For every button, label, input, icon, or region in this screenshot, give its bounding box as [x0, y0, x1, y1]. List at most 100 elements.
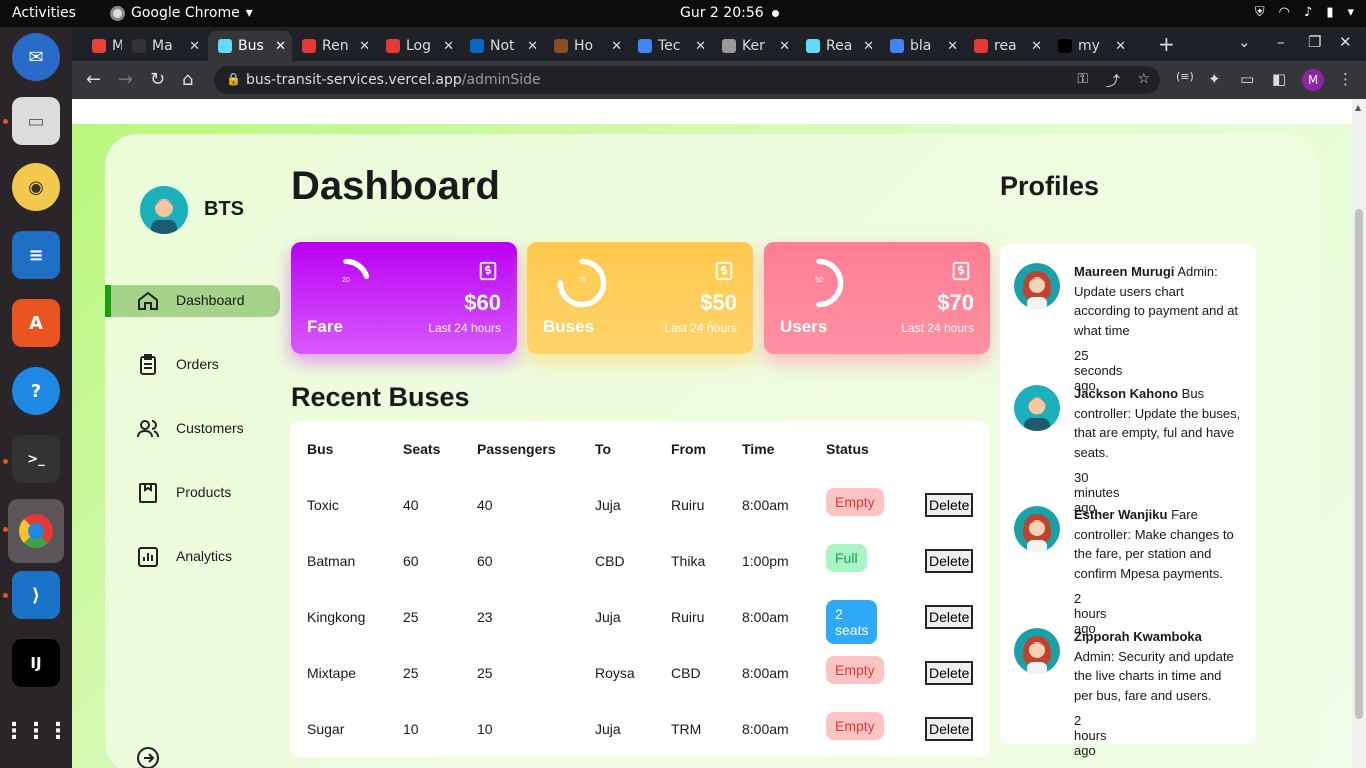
lock-icon[interactable]: 🔒	[226, 72, 241, 86]
cell-passengers: 10	[477, 721, 493, 737]
close-tab-icon[interactable]: ✕	[779, 39, 790, 54]
more-menu-icon[interactable]: ⋮	[1338, 70, 1353, 88]
cast-icon[interactable]: ▭	[1240, 70, 1254, 88]
forward-button[interactable]: →	[118, 69, 133, 90]
tab-label: Log	[406, 38, 432, 54]
tab-2[interactable]: Bus ✕	[208, 31, 292, 61]
tab-search-icon[interactable]: ⌄	[1238, 33, 1251, 51]
app-menu[interactable]: Google Chrome ▾	[110, 5, 253, 21]
software-icon[interactable]: A	[12, 299, 60, 347]
tab-12[interactable]: my ✕	[1048, 31, 1132, 61]
stat-card-fare[interactable]: 20 Fare $60 Last 24 hours	[291, 242, 517, 354]
logout-icon[interactable]	[136, 746, 160, 768]
sidebar-item-products[interactable]: Products	[105, 477, 280, 509]
delete-button[interactable]: Delete	[925, 661, 974, 685]
close-tab-icon[interactable]: ✕	[443, 39, 454, 54]
profile-name: Esther Wanjiku	[1074, 507, 1168, 522]
battery-icon: ▮	[1326, 5, 1334, 20]
stat-value: $70	[937, 290, 974, 315]
tab-4[interactable]: Log ✕	[376, 31, 460, 61]
writer-icon[interactable]: ≡	[12, 231, 60, 279]
minimize-button[interactable]: –	[1277, 33, 1285, 51]
cell-time: 8:00am	[742, 497, 789, 513]
intellij-icon[interactable]: IJ	[12, 639, 60, 687]
sidebar-item-dashboard[interactable]: Dashboard	[105, 285, 280, 317]
tab-1[interactable]: Ma ✕	[122, 31, 206, 61]
address-bar[interactable]: 🔒 bus-transit-services.vercel.app/adminS…	[214, 66, 1160, 94]
cell-bus: Toxic	[307, 497, 339, 513]
apps-grid-icon[interactable]: ⋮⋮⋮	[3, 707, 69, 755]
profile-avatar[interactable]: M	[1302, 69, 1324, 91]
profile-text: Jackson Kahono Bus controller: Update th…	[1074, 384, 1242, 462]
reload-button[interactable]: ↻	[150, 69, 165, 90]
status-badge: 2 seats	[826, 600, 878, 644]
bookmark-star-icon[interactable]: ☆	[1137, 71, 1150, 87]
delete-button[interactable]: Delete	[925, 605, 974, 629]
tab-11[interactable]: rea ✕	[964, 31, 1048, 61]
cell-seats: 25	[403, 665, 419, 681]
close-tab-icon[interactable]: ✕	[189, 39, 200, 54]
tab-label: M	[112, 38, 122, 54]
brand-name: BTS	[204, 198, 244, 220]
extension-icon[interactable]: (≡)	[1176, 70, 1194, 83]
sidebar-item-customers[interactable]: Customers	[105, 413, 280, 445]
close-tab-icon[interactable]: ✕	[863, 39, 874, 54]
files-icon[interactable]: ▭	[12, 97, 60, 145]
side-panel-icon[interactable]: ◧	[1272, 70, 1286, 88]
close-tab-icon[interactable]: ✕	[947, 39, 958, 54]
profiles-list: Maureen Murugi Admin: Update users chart…	[1000, 244, 1256, 758]
puzzle-icon[interactable]: ✦	[1208, 70, 1221, 88]
cell-time: 8:00am	[742, 609, 789, 625]
notification-dot	[772, 10, 779, 17]
delete-button[interactable]: Delete	[925, 717, 974, 741]
tab-9[interactable]: Rea ✕	[796, 31, 880, 61]
close-tab-icon[interactable]: ✕	[611, 39, 622, 54]
activities-button[interactable]: Activities	[12, 5, 76, 21]
tab-5[interactable]: Not ✕	[460, 31, 544, 61]
rhythmbox-icon[interactable]: ◉	[12, 163, 60, 211]
close-tab-icon[interactable]: ✕	[527, 39, 538, 54]
new-tab-button[interactable]: +	[1158, 32, 1175, 56]
close-tab-icon[interactable]: ✕	[359, 39, 370, 54]
tab-0[interactable]: M	[82, 31, 122, 61]
system-tray[interactable]: ⛨ ◠ ♪ ▮ ▾	[1255, 5, 1354, 20]
close-tab-icon[interactable]: ✕	[275, 39, 286, 54]
profile-name: Maureen Murugi	[1074, 264, 1175, 279]
sidebar-item-orders[interactable]: Orders	[105, 349, 280, 381]
clock[interactable]: Gur 2 20:56	[680, 5, 764, 21]
delete-button[interactable]: Delete	[925, 493, 974, 517]
maximize-button[interactable]: ❐	[1308, 33, 1321, 51]
help-icon[interactable]: ?	[12, 367, 60, 415]
vscode-icon[interactable]: ⟩	[12, 571, 60, 619]
key-icon[interactable]: ⚿	[1077, 71, 1088, 87]
share-icon[interactable]: ⤴	[1106, 71, 1120, 91]
column-header: To	[595, 441, 612, 457]
close-window-button[interactable]: ✕	[1339, 33, 1352, 51]
sidebar-item-analytics[interactable]: Analytics	[105, 541, 280, 573]
tab-3[interactable]: Ren ✕	[292, 31, 376, 61]
cell-from: TRM	[671, 721, 702, 737]
stat-card-buses[interactable]: 75 Buses $50 Last 24 hours	[527, 242, 753, 354]
url-host: bus-transit-services.vercel.app	[246, 72, 462, 88]
back-button[interactable]: ←	[86, 69, 101, 90]
scrollbar[interactable]: ▲	[1352, 99, 1366, 768]
close-tab-icon[interactable]: ✕	[1115, 39, 1126, 54]
recent-buses-title: Recent Buses	[291, 382, 470, 412]
sidebar-item-label: Analytics	[176, 548, 233, 564]
linkedin-icon	[470, 39, 484, 53]
close-tab-icon[interactable]: ✕	[1031, 39, 1042, 54]
terminal-icon[interactable]: >_	[12, 435, 60, 483]
home-button[interactable]: ⌂	[182, 69, 193, 90]
cell-to: Juja	[595, 721, 621, 737]
chrome-icon[interactable]	[8, 499, 64, 563]
tab-10[interactable]: bla ✕	[880, 31, 964, 61]
tab-7[interactable]: Tec ✕	[628, 31, 712, 61]
cell-from: Thika	[671, 553, 706, 569]
tab-8[interactable]: Ker ✕	[712, 31, 796, 61]
delete-button[interactable]: Delete	[925, 549, 974, 573]
stat-card-users[interactable]: 50 Users $70 Last 24 hours	[764, 242, 990, 354]
tab-6[interactable]: Ho ✕	[544, 31, 628, 61]
close-tab-icon[interactable]: ✕	[695, 39, 706, 54]
cell-seats: 40	[403, 497, 419, 513]
thunderbird-icon[interactable]: ✉	[12, 33, 60, 81]
